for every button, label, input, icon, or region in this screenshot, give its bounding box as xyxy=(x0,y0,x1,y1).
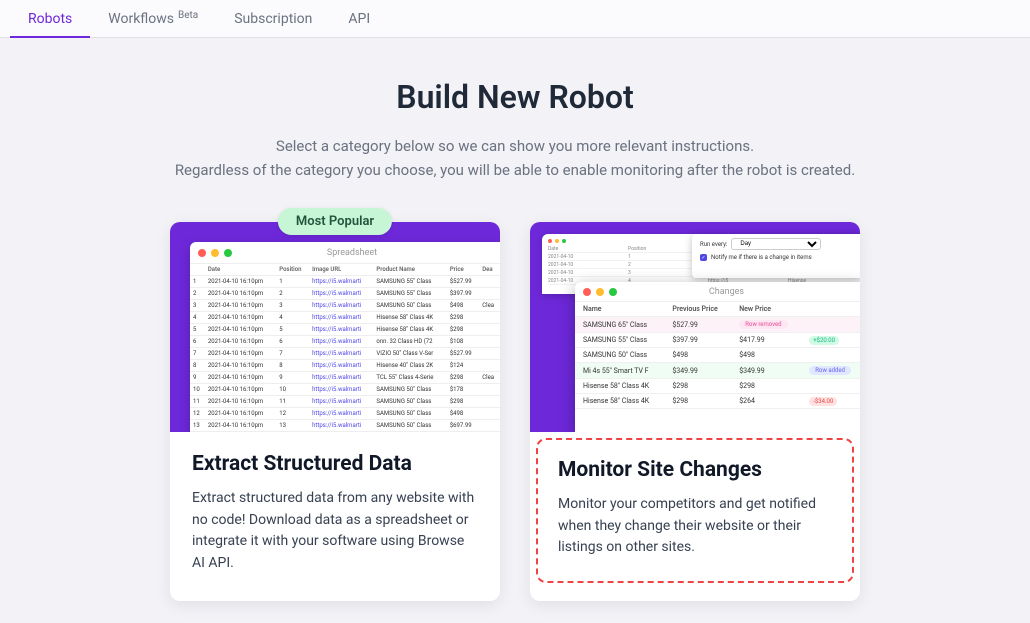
monitor-preview: Spreadsheet DatePositionImage URLProduct… xyxy=(530,222,860,432)
page-subtitle-1: Select a category below so we can show y… xyxy=(0,134,1030,158)
nav-api[interactable]: API xyxy=(330,0,388,37)
beta-badge: Beta xyxy=(178,10,198,21)
window-min-icon xyxy=(596,288,604,296)
window-max-icon xyxy=(609,288,617,296)
card-monitor-desc: Monitor your competitors and get notifie… xyxy=(558,494,832,559)
window-close-icon xyxy=(198,249,206,257)
card-monitor-changes[interactable]: Spreadsheet DatePositionImage URLProduct… xyxy=(530,222,860,601)
run-settings-panel: Run every: Day ✓ Notify me if there is a… xyxy=(692,234,860,278)
card-extract-desc: Extract structured data from any website… xyxy=(192,488,478,575)
nav-workflows[interactable]: WorkflowsBeta xyxy=(90,0,216,37)
window-min-icon xyxy=(211,249,219,257)
run-every-select[interactable]: Day xyxy=(731,238,821,250)
extract-preview: Spreadsheet DatePositionImage URLProduct… xyxy=(170,222,500,432)
nav-robots[interactable]: Robots xyxy=(10,0,90,37)
page-subtitle-2: Regardless of the category you choose, y… xyxy=(0,158,1030,182)
window-close-icon xyxy=(548,239,552,243)
card-extract-title: Extract Structured Data xyxy=(192,452,478,476)
window-max-icon xyxy=(562,239,566,243)
main-nav: Robots WorkflowsBeta Subscription API xyxy=(0,0,1030,38)
window-min-icon xyxy=(555,239,559,243)
window-close-icon xyxy=(583,288,591,296)
window-title: Spreadsheet xyxy=(237,248,467,258)
changes-title: Changes xyxy=(622,287,831,297)
changes-window: Changes NamePrevious PriceNew Price SAMS… xyxy=(575,282,860,432)
changes-table: NamePrevious PriceNew Price SAMSUNG 65" … xyxy=(575,302,860,409)
spreadsheet-window: Spreadsheet DatePositionImage URLProduct… xyxy=(190,242,500,432)
page-content: Build New Robot Select a category below … xyxy=(0,38,1030,601)
spreadsheet-table: DatePositionImage URLProduct NamePriceDe… xyxy=(190,264,500,432)
nav-subscription[interactable]: Subscription xyxy=(216,0,330,37)
category-cards: Most Popular Spreadsheet DatePositionIma… xyxy=(0,222,1030,601)
window-max-icon xyxy=(224,249,232,257)
run-every-label: Run every: xyxy=(700,241,727,248)
notify-checkbox[interactable]: ✓ xyxy=(700,254,707,261)
most-popular-badge: Most Popular xyxy=(278,208,392,235)
card-monitor-title: Monitor Site Changes xyxy=(558,458,832,482)
card-extract-data[interactable]: Most Popular Spreadsheet DatePositionIma… xyxy=(170,222,500,601)
notify-label: Notify me if there is a change in items xyxy=(711,254,812,261)
monitor-card-body-highlight: Monitor Site Changes Monitor your compet… xyxy=(536,438,854,583)
page-title: Build New Robot xyxy=(0,78,1030,116)
